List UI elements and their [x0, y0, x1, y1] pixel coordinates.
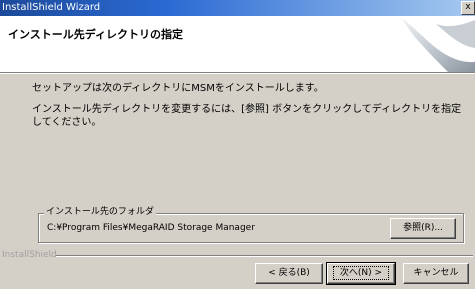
footer-divider	[56, 255, 473, 257]
instruction-text: インストール先ディレクトリを変更するには、[参照] ボタンをクリックしてディレク…	[32, 104, 462, 128]
next-button-label: 次へ(N) >	[332, 266, 390, 280]
installshield-brand-label: InstallShield	[2, 250, 57, 260]
browse-button[interactable]: 参照(R)...	[390, 218, 456, 239]
wizard-header: インストール先ディレクトリの指定	[0, 16, 475, 72]
next-button[interactable]: 次へ(N) >	[326, 262, 396, 285]
installshield-wave-icon	[399, 16, 475, 72]
cancel-button[interactable]: キャンセル	[403, 263, 469, 284]
destination-folder-label: インストール先のフォルダ	[44, 206, 156, 218]
destination-path: C:¥Program Files¥MegaRAID Storage Manage…	[47, 223, 255, 233]
installshield-wizard-window: InstallShield Wizard x インストール先ディレクトリの指定 …	[0, 0, 475, 289]
close-icon[interactable]: x	[461, 1, 475, 15]
back-button[interactable]: < 戻る(B)	[255, 263, 323, 284]
title-bar[interactable]: InstallShield Wizard x	[0, 0, 475, 16]
window-title: InstallShield Wizard	[2, 2, 101, 13]
header-divider	[0, 72, 475, 74]
page-title: インストール先ディレクトリの指定	[8, 28, 184, 41]
intro-text: セットアップは次のディレクトリにMSMをインストールします。	[32, 83, 324, 94]
